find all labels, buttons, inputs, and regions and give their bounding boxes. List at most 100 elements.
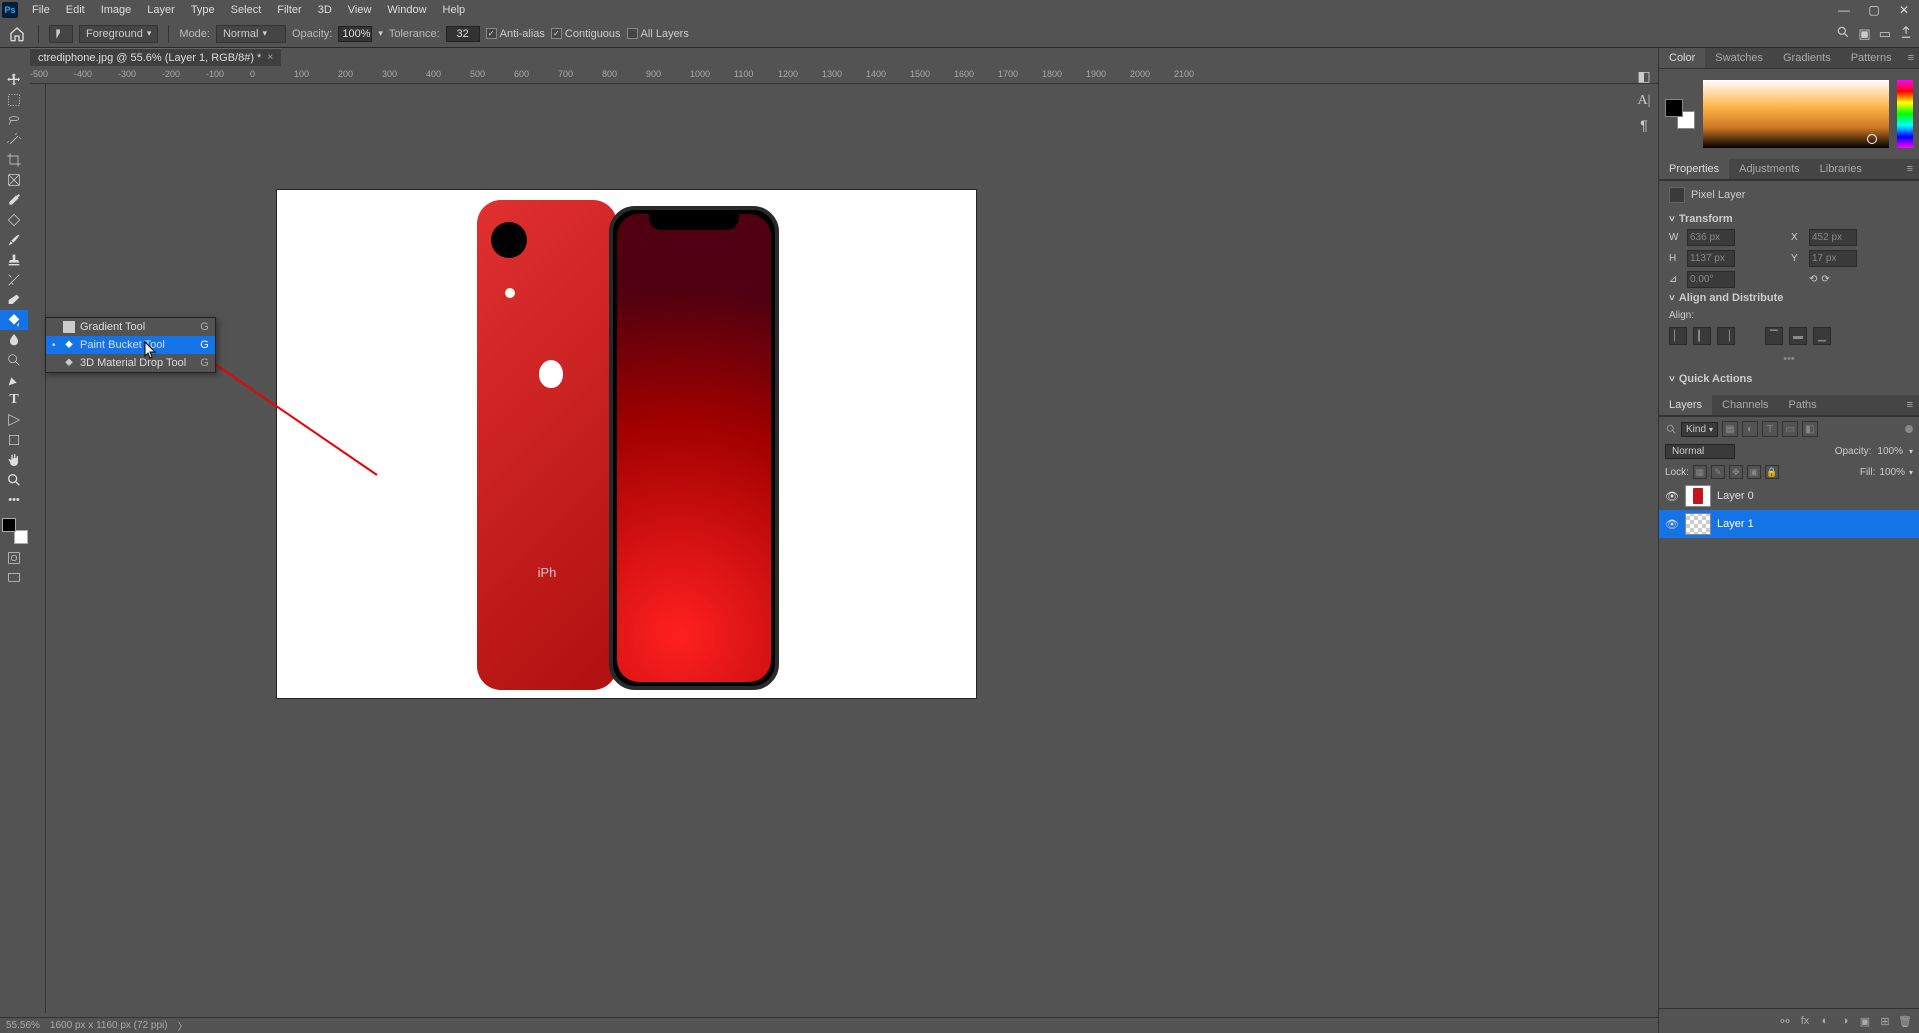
tool-preset-icon[interactable]	[49, 25, 73, 43]
search-icon[interactable]	[1836, 25, 1850, 42]
filter-adjustment-icon[interactable]: ◐	[1742, 421, 1758, 437]
layer-name[interactable]: Layer 0	[1717, 490, 1754, 502]
crop-tool[interactable]	[0, 150, 28, 170]
filter-type-icon[interactable]: T	[1762, 421, 1778, 437]
eraser-tool[interactable]	[0, 290, 28, 310]
new-layer-icon[interactable]: ⊞	[1877, 1013, 1893, 1029]
lasso-tool[interactable]	[0, 110, 28, 130]
align-right[interactable]: ▕	[1717, 327, 1735, 345]
stamp-tool[interactable]	[0, 250, 28, 270]
share-icon[interactable]	[1899, 25, 1913, 42]
edit-toolbar[interactable]: •••	[0, 490, 28, 510]
color-swatches[interactable]	[2, 518, 28, 544]
layer-thumbnail[interactable]	[1685, 485, 1711, 507]
width-input[interactable]	[1687, 229, 1735, 246]
align-center-h[interactable]: ▎	[1693, 327, 1711, 345]
status-chevron[interactable]: 〉	[178, 1018, 188, 1033]
blend-mode-dropdown[interactable]: Normal	[1665, 444, 1735, 459]
shape-tool[interactable]	[0, 430, 28, 450]
history-brush-tool[interactable]	[0, 270, 28, 290]
angle-input[interactable]	[1687, 271, 1735, 288]
align-left[interactable]: ▏	[1669, 327, 1687, 345]
screen-mode[interactable]	[0, 568, 28, 588]
tab-paths[interactable]: Paths	[1779, 395, 1827, 415]
lock-transparency[interactable]: ▦	[1693, 465, 1707, 479]
wand-tool[interactable]	[0, 130, 28, 150]
align-top[interactable]: ▔	[1765, 327, 1783, 345]
tab-patterns[interactable]: Patterns	[1841, 48, 1902, 68]
tab-channels[interactable]: Channels	[1712, 395, 1778, 415]
background-color[interactable]	[14, 530, 28, 544]
zoom-tool[interactable]	[0, 470, 28, 490]
hand-tool[interactable]	[0, 450, 28, 470]
tab-properties[interactable]: Properties	[1659, 159, 1729, 179]
all-layers-checkbox[interactable]: All Layers	[627, 28, 689, 40]
tab-gradients[interactable]: Gradients	[1773, 48, 1841, 68]
tab-color[interactable]: Color	[1659, 48, 1705, 68]
align-center-v[interactable]: ▬	[1789, 327, 1807, 345]
path-tool[interactable]	[0, 410, 28, 430]
antialias-checkbox[interactable]: Anti-alias	[486, 28, 545, 40]
menu-select[interactable]: Select	[223, 1, 270, 19]
align-bottom[interactable]: ▁	[1813, 327, 1831, 345]
pen-tool[interactable]	[0, 370, 28, 390]
frame-tool[interactable]	[0, 170, 28, 190]
flyout-paint-bucket-tool[interactable]: • Paint Bucket Tool G	[46, 336, 215, 354]
filter-shape-icon[interactable]: ▭	[1782, 421, 1798, 437]
arrange-icon[interactable]: ▣	[1858, 26, 1870, 42]
layer-row[interactable]: 👁 Layer 1	[1659, 510, 1919, 538]
eyedropper-tool[interactable]	[0, 190, 28, 210]
document-canvas[interactable]: iPh	[277, 190, 976, 698]
panel-menu-icon[interactable]: ≡	[1901, 159, 1919, 179]
layer-opacity-value[interactable]: 100%	[1877, 446, 1903, 457]
collapsed-paragraph-icon[interactable]: ¶	[1640, 117, 1648, 133]
contiguous-checkbox[interactable]: Contiguous	[551, 28, 621, 40]
filter-toggle[interactable]	[1905, 425, 1913, 433]
menu-window[interactable]: Window	[379, 1, 434, 19]
healing-tool[interactable]	[0, 210, 28, 230]
filter-pixel-icon[interactable]: ▦	[1722, 421, 1738, 437]
x-input[interactable]	[1809, 229, 1857, 246]
menu-edit[interactable]: Edit	[58, 1, 93, 19]
layer-name[interactable]: Layer 1	[1717, 518, 1754, 530]
more-options-icon[interactable]: •••	[1669, 349, 1909, 369]
lock-image[interactable]: ✎	[1711, 465, 1725, 479]
visibility-toggle[interactable]: 👁	[1665, 518, 1679, 531]
brush-tool[interactable]	[0, 230, 28, 250]
lock-all[interactable]: 🔒	[1765, 465, 1779, 479]
close-button[interactable]: ✕	[1889, 0, 1919, 20]
tab-libraries[interactable]: Libraries	[1810, 159, 1872, 179]
transform-section[interactable]: Transform	[1669, 209, 1909, 229]
minimize-button[interactable]: —	[1829, 0, 1859, 20]
menu-filter[interactable]: Filter	[269, 1, 309, 19]
foreground-color[interactable]	[2, 518, 16, 532]
maximize-button[interactable]: ▢	[1859, 0, 1889, 20]
paint-bucket-tool[interactable]	[0, 310, 28, 330]
horizontal-ruler[interactable]: -500-400-300-200-10001002003004005006007…	[30, 68, 1658, 84]
adjustment-layer-icon[interactable]: ◑	[1837, 1013, 1853, 1029]
blur-tool[interactable]	[0, 330, 28, 350]
fill-source-dropdown[interactable]: Foreground	[79, 25, 158, 43]
workspace-icon[interactable]: ▭	[1879, 26, 1891, 42]
quick-actions-section[interactable]: Quick Actions	[1669, 369, 1909, 389]
marquee-tool[interactable]	[0, 90, 28, 110]
vertical-ruler[interactable]	[30, 84, 46, 1013]
panel-menu-icon[interactable]: ≡	[1902, 48, 1919, 68]
tolerance-value[interactable]: 32	[446, 26, 480, 42]
align-section[interactable]: Align and Distribute	[1669, 288, 1909, 308]
menu-view[interactable]: View	[340, 1, 380, 19]
fill-value[interactable]: 100%	[1879, 467, 1905, 478]
color-spectrum[interactable]	[1703, 80, 1889, 148]
menu-layer[interactable]: Layer	[139, 1, 183, 19]
menu-3d[interactable]: 3D	[310, 1, 340, 19]
flyout-gradient-tool[interactable]: Gradient Tool G	[46, 318, 215, 336]
layer-row[interactable]: 👁 Layer 0	[1659, 482, 1919, 510]
collapsed-icon[interactable]: ◧	[1637, 68, 1650, 85]
layer-mask-icon[interactable]: ◐	[1817, 1013, 1833, 1029]
menu-file[interactable]: File	[24, 1, 58, 19]
lock-artboard[interactable]: ▣	[1747, 465, 1761, 479]
flyout-3d-material-drop-tool[interactable]: 3D Material Drop Tool G	[46, 354, 215, 372]
layer-thumbnail[interactable]	[1685, 513, 1711, 535]
group-icon[interactable]: ▣	[1857, 1013, 1873, 1029]
tab-adjustments[interactable]: Adjustments	[1729, 159, 1810, 179]
